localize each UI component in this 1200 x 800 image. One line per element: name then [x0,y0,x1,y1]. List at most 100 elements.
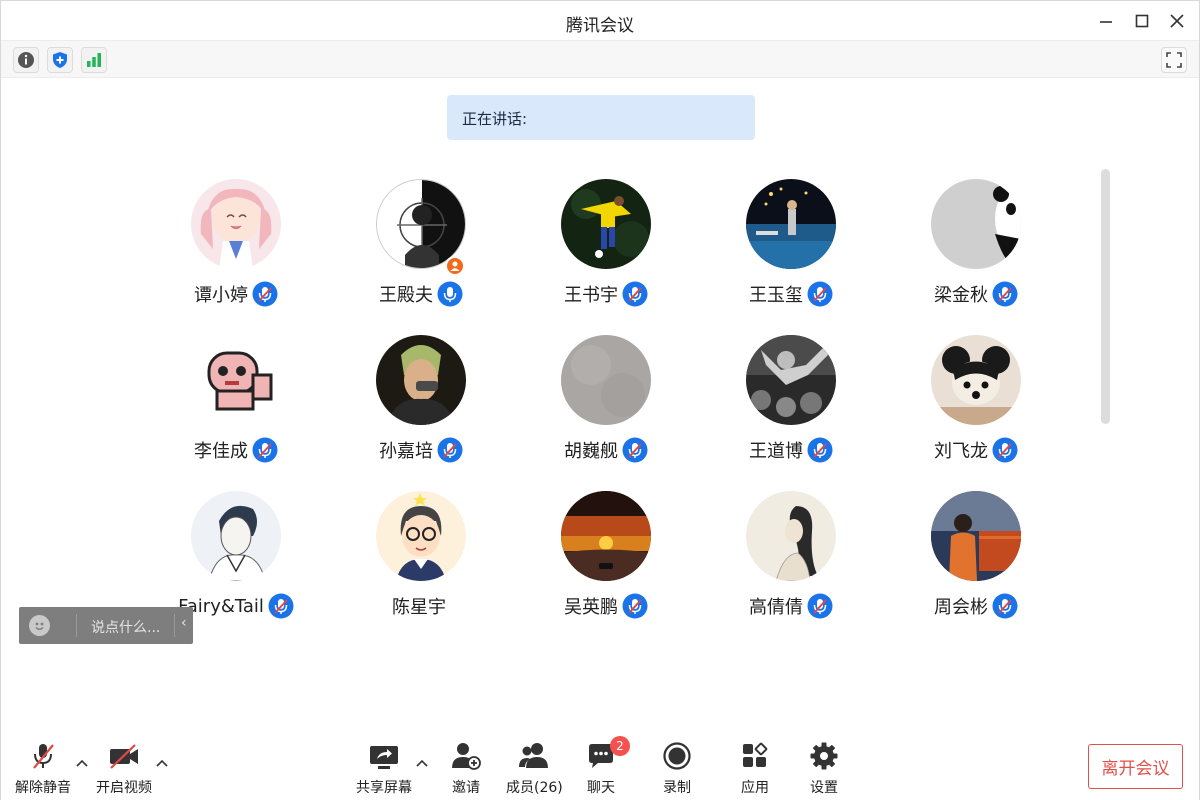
gear-icon [809,740,839,772]
divider [76,614,77,637]
mic-muted-icon [622,593,648,619]
chat-placeholder[interactable]: 说点什么... [91,617,160,637]
invite-button[interactable]: 邀请 [450,740,482,800]
mic-muted-icon [807,281,833,307]
participant-name: 高倩倩 [749,597,803,618]
participant-tile[interactable]: 李佳成 [161,332,311,482]
participant-tile[interactable]: 王道博 [716,332,866,482]
chat-icon: 2 [586,736,630,772]
mic-muted-icon [252,281,278,307]
avatar [191,179,281,269]
participant-tile[interactable]: 刘飞龙 [901,332,1051,482]
mic-muted-icon [992,281,1018,307]
mic-muted-icon [268,593,294,619]
participant-name: 周会彬 [934,597,988,618]
chat-quick-input[interactable]: 说点什么... ‹ [19,607,193,644]
meeting-window: 腾讯会议 正在讲话: 谭小婷 王殿夫 王书宇 王玉玺 梁金秋 李佳成 孙嘉培 胡… [0,0,1200,800]
mic-muted-icon [992,593,1018,619]
speaking-label: 正在讲话: [462,110,528,128]
apps-button[interactable]: 应用 [740,740,770,800]
network-quality-button[interactable] [81,47,107,73]
minimize-button[interactable] [1094,9,1118,33]
participant-tile[interactable]: 吴英鹏 [531,488,681,638]
members-icon [517,740,551,772]
bottom-control-bar: 解除静音 开启视频 共享屏幕 邀请 成员(26) 2 聊天 录制 应用 设置 [1,726,1199,800]
participant-tile[interactable]: 陈星宇 [346,488,496,638]
maximize-button[interactable] [1130,9,1154,33]
participant-name-row: 吴英鹏 [531,592,681,620]
emoji-icon[interactable] [29,615,50,636]
chat-button[interactable]: 2 聊天 [586,736,630,800]
mic-muted-icon [807,437,833,463]
unmute-button[interactable]: 解除静音 [15,740,71,800]
participant-name-row: 谭小婷 [161,280,311,308]
participant-tile[interactable]: 孙嘉培 [346,332,496,482]
security-button[interactable] [47,47,73,73]
record-button[interactable]: 录制 [662,740,692,800]
meeting-info-button[interactable] [13,47,39,73]
info-icon [18,52,34,68]
shield-icon [53,52,67,68]
speaking-indicator: 正在讲话: [447,95,755,140]
start-video-button[interactable]: 开启视频 [96,740,152,800]
apps-icon [740,740,770,772]
host-icon [450,261,460,271]
record-label: 录制 [663,780,691,796]
video-options-chevron-icon[interactable] [155,756,169,770]
add-user-icon [450,740,482,772]
participant-tile[interactable]: 王玉玺 [716,176,866,326]
window-title: 腾讯会议 [566,16,634,36]
participant-name-row: 王玉玺 [716,280,866,308]
settings-button[interactable]: 设置 [809,740,839,800]
host-badge [445,256,465,276]
participant-name-row: 高倩倩 [716,592,866,620]
mic-muted-icon [807,593,833,619]
meeting-info-bar [1,41,1199,78]
share-screen-button[interactable]: 共享屏幕 [356,740,412,800]
share-options-chevron-icon[interactable] [415,756,429,770]
share-screen-label: 共享屏幕 [356,780,412,796]
chat-unread-badge: 2 [610,736,630,756]
record-icon [662,740,692,772]
avatar [746,335,836,425]
avatar [561,335,651,425]
audio-options-chevron-icon[interactable] [75,756,89,770]
title-bar: 腾讯会议 [1,1,1199,41]
chevron-left-icon[interactable]: ‹ [181,615,187,631]
participant-name: 王殿夫 [379,285,433,306]
members-button[interactable]: 成员(26) [506,740,563,800]
unmute-label: 解除静音 [15,780,71,796]
participant-name: 梁金秋 [934,285,988,306]
avatar [376,491,466,581]
close-button[interactable] [1165,9,1189,33]
participant-tile[interactable]: 周会彬 [901,488,1051,638]
participant-name: 吴英鹏 [564,597,618,618]
apps-label: 应用 [741,780,769,796]
participant-name-row: 李佳成 [161,436,311,464]
camera-off-icon [107,740,141,772]
participant-scrollbar[interactable] [1101,169,1110,424]
participant-name-row: 孙嘉培 [346,436,496,464]
participant-name-row: 刘飞龙 [901,436,1051,464]
participant-tile[interactable]: 王书宇 [531,176,681,326]
avatar [931,179,1021,269]
participant-name: 胡巍舰 [564,441,618,462]
fullscreen-button[interactable] [1161,47,1187,73]
participant-name: 王书宇 [564,285,618,306]
participant-name: 王玉玺 [749,285,803,306]
invite-label: 邀请 [452,780,480,796]
participant-tile[interactable]: 谭小婷 [161,176,311,326]
participant-tile[interactable]: 梁金秋 [901,176,1051,326]
mic-muted-icon [252,437,278,463]
avatar [561,491,651,581]
participant-name-row: 王殿夫 [346,280,496,308]
avatar [376,335,466,425]
participant-tile[interactable]: 高倩倩 [716,488,866,638]
fullscreen-icon [1166,52,1182,68]
leave-meeting-button[interactable]: 离开会议 [1088,744,1183,789]
members-label: 成员(26) [506,780,563,796]
participant-name-row: 周会彬 [901,592,1051,620]
mic-muted-icon [622,437,648,463]
participant-tile[interactable]: 王殿夫 [346,176,496,326]
participant-tile[interactable]: 胡巍舰 [531,332,681,482]
